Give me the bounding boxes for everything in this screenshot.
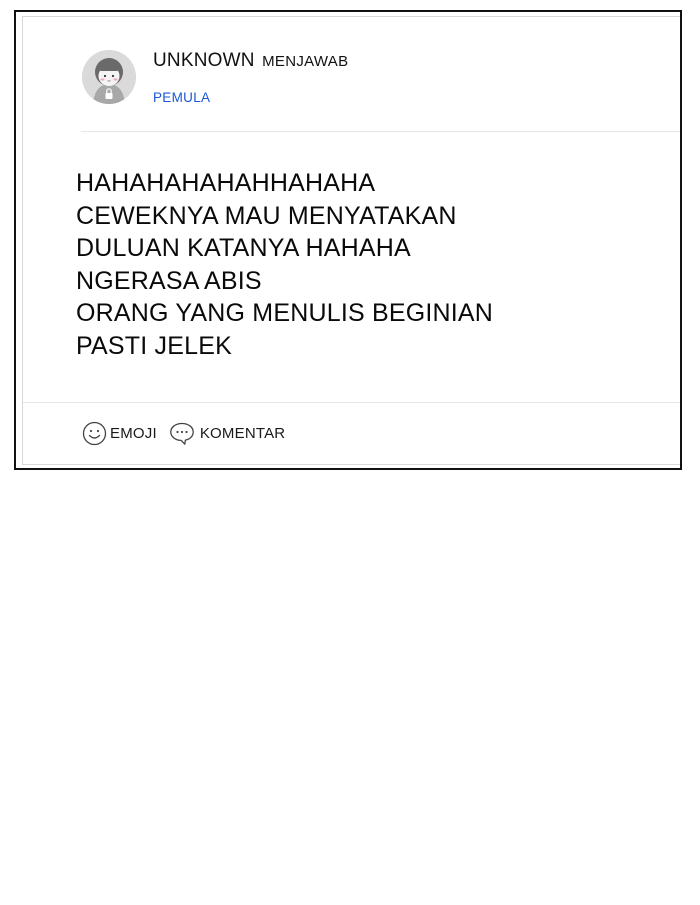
emoji-button-label: EMOJI xyxy=(110,424,157,442)
answer-actions: EMOJI KOMENTAR xyxy=(82,419,285,447)
header-divider xyxy=(81,131,680,132)
answer-line: PASTI JELEK xyxy=(76,331,232,360)
emoji-button[interactable]: EMOJI xyxy=(82,421,157,446)
answer-body: HAHAHAHAHAHHAHAHA CEWEKNYA MAU MENYATAKA… xyxy=(76,167,493,363)
author-action: MENJAWAB xyxy=(262,53,349,70)
author-name[interactable]: UNKNOWN xyxy=(153,50,255,71)
author-line: UNKNOWN MENJAWAB xyxy=(153,50,348,72)
speech-bubble-icon xyxy=(169,421,195,446)
anonymous-user-icon xyxy=(82,50,136,104)
answer-card: UNKNOWN MENJAWAB PEMULA HAHAHAHAHAHHAHAH… xyxy=(22,16,680,465)
footer-divider xyxy=(23,402,680,403)
comment-button[interactable]: KOMENTAR xyxy=(169,421,286,446)
comic-panel: UNKNOWN MENJAWAB PEMULA HAHAHAHAHAHHAHAH… xyxy=(14,10,682,470)
answer-line: NGERASA ABIS xyxy=(76,266,262,295)
avatar[interactable] xyxy=(82,50,136,104)
smiley-icon xyxy=(82,421,107,446)
answer-line: HAHAHAHAHAHHAHAHA xyxy=(76,169,376,197)
answer-line: ORANG YANG MENULIS BEGINIAN xyxy=(76,299,494,328)
answer-line: DULUAN KATANYA HAHAHA xyxy=(76,234,411,263)
author-rank-badge: PEMULA xyxy=(153,90,211,105)
comment-button-label: KOMENTAR xyxy=(199,424,286,442)
answer-line: CEWEKNYA MAU MENYATAKAN xyxy=(76,201,457,230)
